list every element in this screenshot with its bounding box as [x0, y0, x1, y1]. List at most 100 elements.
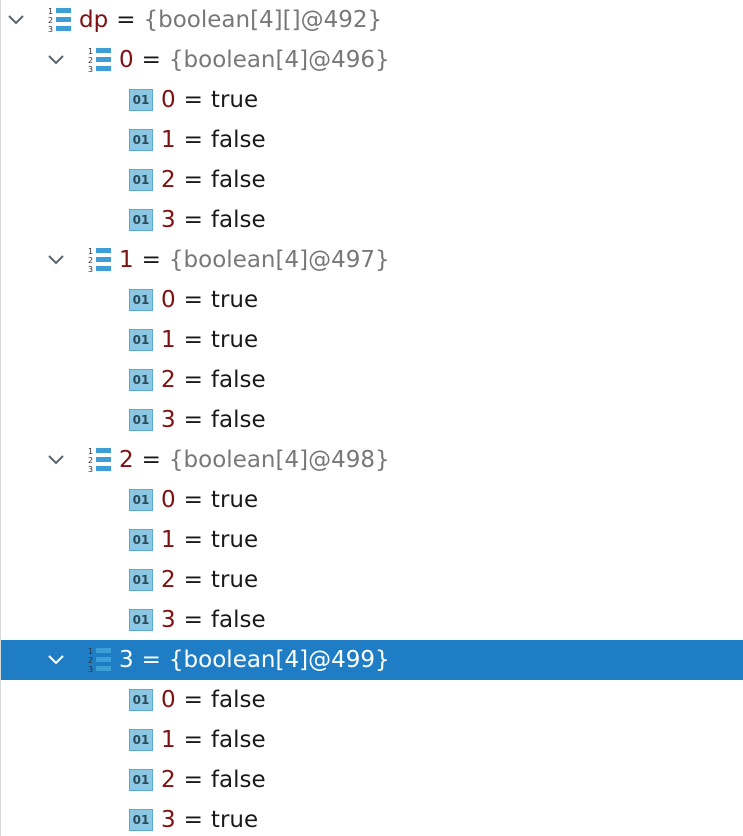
element-value: true	[210, 567, 259, 593]
equals-sign: =	[141, 247, 161, 273]
element-index: 0	[161, 287, 176, 313]
element-index: 1	[161, 727, 176, 753]
equals-sign: =	[183, 767, 203, 793]
boolean-primitive-icon: 01	[129, 209, 153, 231]
tree-leaf-element[interactable]: 01 3 = false	[1, 600, 743, 640]
element-index: 2	[161, 767, 176, 793]
element-value: false	[210, 607, 266, 633]
chevron-down-icon[interactable]	[45, 449, 67, 471]
array-index: 3	[119, 647, 134, 673]
element-value: false	[210, 727, 266, 753]
array-value: {boolean[4]@499}	[168, 647, 390, 673]
element-value: false	[210, 767, 266, 793]
array-value: {boolean[4]@496}	[168, 47, 390, 73]
chevron-down-icon[interactable]	[5, 9, 27, 31]
tree-leaf-element[interactable]: 01 2 = false	[1, 760, 743, 800]
svg-text:2: 2	[88, 456, 93, 465]
tree-leaf-element[interactable]: 01 0 = false	[1, 680, 743, 720]
equals-sign: =	[141, 47, 161, 73]
element-value: true	[210, 807, 259, 833]
equals-sign: =	[183, 87, 203, 113]
boolean-primitive-icon: 01	[129, 409, 153, 431]
chevron-down-icon[interactable]	[45, 49, 67, 71]
tree-leaf-element[interactable]: 01 1 = true	[1, 520, 743, 560]
array-icon: 123	[85, 646, 113, 674]
equals-sign: =	[183, 127, 203, 153]
boolean-primitive-icon: 01	[129, 489, 153, 511]
equals-sign: =	[183, 527, 203, 553]
equals-sign: =	[183, 727, 203, 753]
array-icon: 123	[45, 6, 73, 34]
boolean-primitive-icon: 01	[129, 569, 153, 591]
element-value: true	[210, 327, 259, 353]
element-value: false	[210, 367, 266, 393]
tree-node-array-0[interactable]: 1 2 3 0 = {boolean[4]@496}	[1, 40, 743, 80]
tree-leaf-element[interactable]: 01 2 = true	[1, 560, 743, 600]
tree-node-array-2[interactable]: 1 2 3 2 = {boolean[4]@498}	[1, 440, 743, 480]
tree-leaf-element[interactable]: 01 1 = true	[1, 320, 743, 360]
boolean-primitive-icon: 01	[129, 729, 153, 751]
array-icon: 123	[85, 446, 113, 474]
tree-leaf-element[interactable]: 01 3 = true	[1, 800, 743, 836]
boolean-primitive-icon: 01	[129, 89, 153, 111]
element-index: 0	[161, 87, 176, 113]
boolean-primitive-icon: 01	[129, 169, 153, 191]
equals-sign: =	[183, 367, 203, 393]
tree-leaf-element[interactable]: 01 3 = false	[1, 200, 743, 240]
variable-value: {boolean[4][]@492}	[143, 7, 383, 33]
element-index: 0	[161, 487, 176, 513]
tree-leaf-element[interactable]: 01 0 = true	[1, 280, 743, 320]
boolean-primitive-icon: 01	[129, 369, 153, 391]
array-value: {boolean[4]@498}	[168, 447, 390, 473]
tree-node-root[interactable]: 1 2 3 dp = {boolean[4][]@492}	[1, 0, 743, 40]
element-index: 2	[161, 567, 176, 593]
svg-text:3: 3	[88, 665, 93, 674]
tree-leaf-element[interactable]: 01 2 = false	[1, 160, 743, 200]
array-icon: 123	[85, 246, 113, 274]
tree-node-array-3[interactable]: 1 2 3 3 = {boolean[4]@499}	[1, 640, 743, 680]
equals-sign: =	[183, 407, 203, 433]
array-index: 2	[119, 447, 134, 473]
svg-text:2: 2	[88, 56, 93, 65]
equals-sign: =	[183, 807, 203, 833]
svg-text:3: 3	[48, 25, 53, 34]
equals-sign: =	[183, 287, 203, 313]
array-icon: 123	[85, 46, 113, 74]
equals-sign: =	[141, 447, 161, 473]
element-index: 3	[161, 207, 176, 233]
variable-name: dp	[79, 7, 109, 33]
element-index: 3	[161, 407, 176, 433]
boolean-primitive-icon: 01	[129, 289, 153, 311]
tree-node-array-1[interactable]: 1 2 3 1 = {boolean[4]@497}	[1, 240, 743, 280]
tree-leaf-element[interactable]: 01 1 = false	[1, 720, 743, 760]
element-value: true	[210, 287, 259, 313]
tree-leaf-element[interactable]: 01 1 = false	[1, 120, 743, 160]
equals-sign: =	[141, 647, 161, 673]
equals-sign: =	[183, 687, 203, 713]
boolean-primitive-icon: 01	[129, 329, 153, 351]
svg-text:1: 1	[88, 247, 93, 256]
tree-leaf-element[interactable]: 01 0 = true	[1, 80, 743, 120]
equals-sign: =	[183, 207, 203, 233]
element-index: 2	[161, 167, 176, 193]
tree-leaf-element[interactable]: 01 3 = false	[1, 400, 743, 440]
tree-leaf-element[interactable]: 01 2 = false	[1, 360, 743, 400]
svg-text:3: 3	[88, 65, 93, 74]
svg-text:3: 3	[88, 465, 93, 474]
boolean-primitive-icon: 01	[129, 129, 153, 151]
equals-sign: =	[183, 487, 203, 513]
chevron-down-icon[interactable]	[45, 649, 67, 671]
boolean-primitive-icon: 01	[129, 809, 153, 831]
element-index: 1	[161, 527, 176, 553]
variables-tree: 1 2 3 dp = {boolean[4][]@492} 1 2 3 0 = {boolean[4]…	[0, 0, 743, 836]
svg-text:2: 2	[88, 656, 93, 665]
chevron-down-icon[interactable]	[45, 249, 67, 271]
tree-leaf-element[interactable]: 01 0 = true	[1, 480, 743, 520]
element-index: 3	[161, 807, 176, 833]
element-index: 3	[161, 607, 176, 633]
array-value: {boolean[4]@497}	[168, 247, 390, 273]
boolean-primitive-icon: 01	[129, 769, 153, 791]
boolean-primitive-icon: 01	[129, 609, 153, 631]
equals-sign: =	[183, 327, 203, 353]
element-value: false	[210, 407, 266, 433]
